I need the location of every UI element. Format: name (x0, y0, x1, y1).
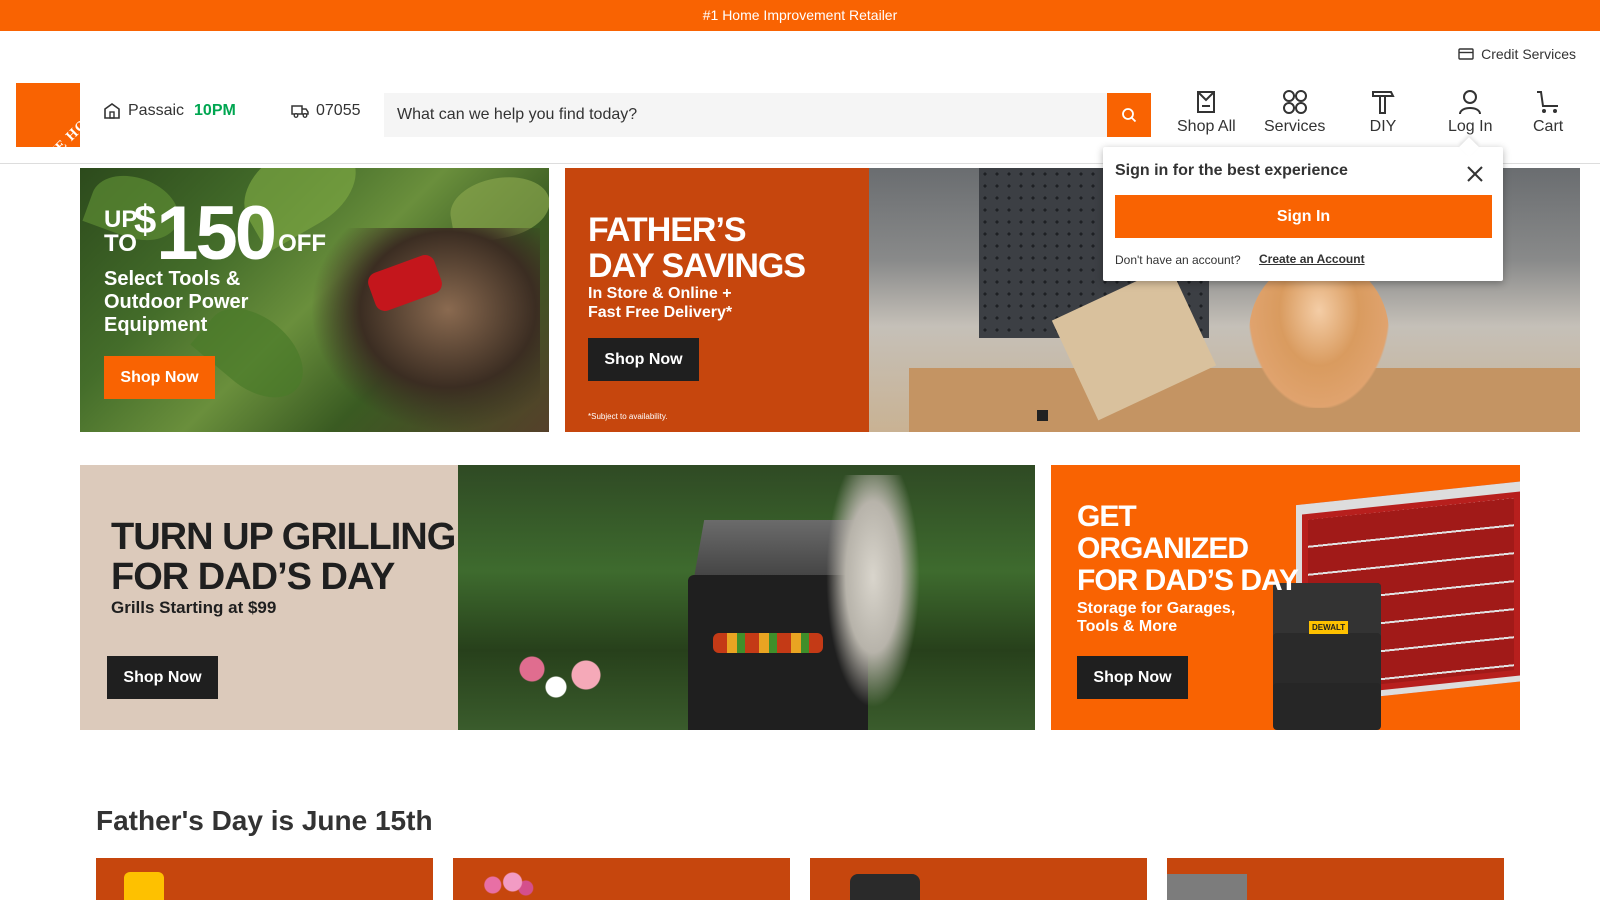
services-label: Services (1264, 118, 1326, 135)
fathers-day-subtitle-line1: In Store & Online + (588, 285, 732, 302)
organize-subtitle-line1: Storage for Garages, (1077, 600, 1236, 617)
logo-wordmark: THE HOME DEPOT (37, 83, 80, 147)
tool-photo (1167, 874, 1247, 900)
organize-title-line2: ORGANIZED (1077, 532, 1249, 565)
search-icon (1122, 108, 1137, 123)
fine-print: *Subject to availability. (588, 412, 668, 421)
organize-title: GET ORGANIZED FOR DAD’S DAY (1077, 500, 1299, 597)
zip-code: 07055 (316, 102, 361, 119)
grilling-subtitle: Grills Starting at $99 (111, 598, 277, 617)
offer-subtitle: Select Tools & Outdoor Power Equipment (104, 268, 249, 336)
product-card[interactable] (96, 858, 433, 900)
grill-food-photo (713, 633, 823, 653)
organize-title-line1: GET (1077, 500, 1137, 533)
organize-subtitle: Storage for Garages, Tools & More (1077, 600, 1235, 636)
fathers-day-subtitle-line2: Fast Free Delivery* (588, 304, 733, 321)
workbench-photo (909, 368, 1580, 432)
promo-text: #1 Home Improvement Retailer (702, 7, 898, 23)
organize-title-line3: FOR DAD’S DAY (1077, 564, 1299, 597)
grilling-photo (458, 465, 1035, 730)
offer-off: OFF (278, 230, 327, 257)
product-card[interactable] (453, 858, 790, 900)
credit-card-icon (1458, 48, 1474, 60)
tools-shop-now-button[interactable]: Shop Now (104, 356, 215, 399)
services-button[interactable]: Services (1264, 88, 1325, 136)
grilling-title-line1: TURN UP GRILLING (111, 516, 456, 558)
fathers-day-title-line1: FATHER’S (588, 211, 747, 249)
organize-banner[interactable]: GET ORGANIZED FOR DAD’S DAY Storage for … (1051, 465, 1520, 730)
store-name: Passaic (128, 102, 185, 119)
grilling-title-line2: FOR DAD’S DAY (111, 556, 395, 598)
create-account-link[interactable]: Create an Account (1259, 252, 1365, 266)
delivery-zip-selector[interactable]: 07055 (291, 102, 361, 120)
sign-in-popover: Sign in for the best experience Sign In … (1103, 147, 1503, 281)
carousel-indicator[interactable] (1037, 410, 1048, 421)
user-icon (1459, 90, 1482, 115)
section-title: Father's Day is June 15th (96, 805, 433, 836)
search-input[interactable] (384, 93, 1107, 137)
close-icon[interactable] (1465, 164, 1485, 184)
fathers-day-subtitle: In Store & Online + Fast Free Delivery* (588, 284, 732, 322)
cart-label: Cart (1533, 118, 1564, 135)
grilling-banner[interactable]: TURN UP GRILLING FOR DAD’S DAY Grills St… (80, 465, 1035, 730)
search-button[interactable] (1107, 93, 1151, 137)
diy-button[interactable]: DIY (1369, 88, 1397, 136)
diy-label: DIY (1369, 118, 1397, 135)
no-account-text: Don't have an account? (1115, 253, 1241, 267)
truck-icon (291, 105, 309, 118)
popover-title: Sign in for the best experience (1115, 162, 1348, 179)
store-icon (104, 103, 120, 119)
organize-shop-now-button[interactable]: Shop Now (1077, 656, 1188, 699)
product-card[interactable] (1167, 858, 1504, 900)
offer-amount: 150 (156, 191, 277, 276)
promo-banner: #1 Home Improvement Retailer (0, 0, 1600, 31)
shop-all-label: Shop All (1177, 118, 1236, 135)
flower-pots-photo (508, 645, 628, 705)
product-card[interactable] (810, 858, 1147, 900)
cart-icon (1537, 91, 1559, 113)
services-icon (1282, 90, 1307, 114)
mower-photo (850, 874, 920, 900)
tool-box-stack-photo (1273, 583, 1381, 730)
drill-photo (124, 872, 164, 900)
grilling-shop-now-button[interactable]: Shop Now (107, 656, 218, 699)
offer-headline: UP TO $ 150 OFF (104, 196, 326, 272)
store-selector[interactable]: Passaic 10PM (103, 102, 236, 120)
flowers-photo (473, 870, 539, 900)
sign-in-button[interactable]: Sign In (1115, 195, 1492, 238)
store-hours: 10PM (194, 102, 236, 119)
fathers-day-shop-now-button[interactable]: Shop Now (588, 338, 699, 381)
tools-promo-banner[interactable]: UP TO $ 150 OFF Select Tools & Outdoor P… (80, 168, 549, 432)
shop-all-icon (1197, 91, 1216, 113)
grilling-title: TURN UP GRILLING FOR DAD’S DAY (111, 516, 456, 598)
log-in-label: Log In (1448, 118, 1493, 135)
man-grilling-photo (818, 475, 928, 730)
log-in-button[interactable]: Log In (1448, 88, 1492, 136)
offer-up-to: UP TO (104, 206, 137, 257)
search-bar (384, 93, 1151, 137)
diy-hammer-icon (1372, 91, 1395, 114)
credit-services-link[interactable]: Credit Services (1458, 46, 1576, 62)
organize-subtitle-line2: Tools & More (1077, 618, 1178, 635)
cart-button[interactable]: Cart (1533, 88, 1563, 136)
shop-all-button[interactable]: Shop All (1177, 88, 1236, 136)
credit-services-label: Credit Services (1481, 46, 1576, 62)
fathers-day-title-line2: DAY SAVINGS (588, 247, 806, 285)
offer-dollar-sign: $ (134, 198, 157, 242)
fathers-day-title: FATHER’S DAY SAVINGS (588, 211, 806, 285)
home-depot-logo[interactable]: THE HOME DEPOT (16, 83, 80, 147)
